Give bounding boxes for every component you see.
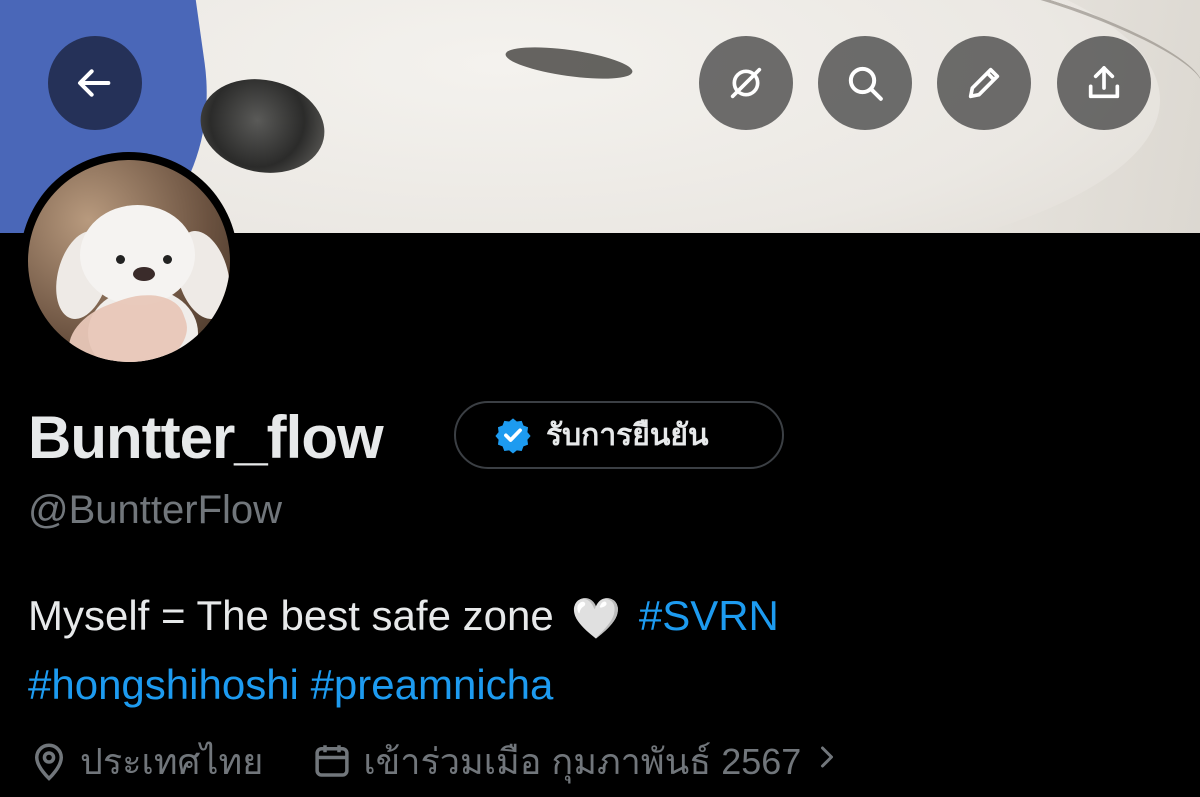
arrow-left-icon [78, 69, 111, 97]
verified-badge-icon [495, 418, 531, 454]
location-text: ประเทศไทย [80, 740, 264, 782]
pencil-icon [968, 67, 1000, 99]
profile-meta: ประเทศไทย เข้าร่วมเมือ กุมภาพันธ์ 2567 [28, 735, 839, 787]
calendar-icon [315, 745, 349, 777]
avatar-plush-eye [116, 255, 125, 264]
get-verified-button[interactable]: รับการยืนยัน [454, 401, 784, 469]
joined-date-item[interactable]: เข้าร่วมเมือ กุมภาพันธ์ 2567 [311, 733, 839, 790]
chevron-right-icon [815, 739, 839, 784]
profile-avatar[interactable] [20, 152, 238, 370]
search-icon [848, 66, 883, 101]
avatar-plush-head [80, 205, 195, 305]
joined-date-text: เข้าร่วมเมือ กุมภาพันธ์ 2567 [363, 740, 802, 782]
edit-button[interactable] [937, 36, 1031, 130]
location-item: ประเทศไทย [28, 733, 263, 790]
share-icon [1088, 66, 1120, 99]
hashtag-link[interactable]: #hongshihoshi [28, 661, 299, 708]
white-heart-emoji: 🤍 [571, 596, 622, 641]
avatar-plush-nose [133, 267, 155, 281]
profile-bio: Myself = The best safe zone 🤍 #SVRN #hon… [28, 583, 1178, 718]
user-handle: @BuntterFlow [28, 488, 283, 532]
avatar-photo [28, 160, 230, 362]
hashtag-link[interactable]: #preamnicha [311, 661, 554, 708]
grok-button[interactable] [699, 36, 793, 130]
bio-text: Myself = The best safe zone [28, 592, 554, 639]
location-pin-icon [34, 743, 64, 781]
avatar-plush-eye [163, 255, 172, 264]
hashtag-link[interactable]: #SVRN [639, 592, 779, 639]
get-verified-label: รับการยืนยัน [546, 417, 709, 453]
search-button[interactable] [818, 36, 912, 130]
share-button[interactable] [1057, 36, 1151, 130]
grok-icon [730, 67, 762, 99]
display-name: Buntter_flow [28, 404, 384, 471]
back-button[interactable] [48, 36, 142, 130]
